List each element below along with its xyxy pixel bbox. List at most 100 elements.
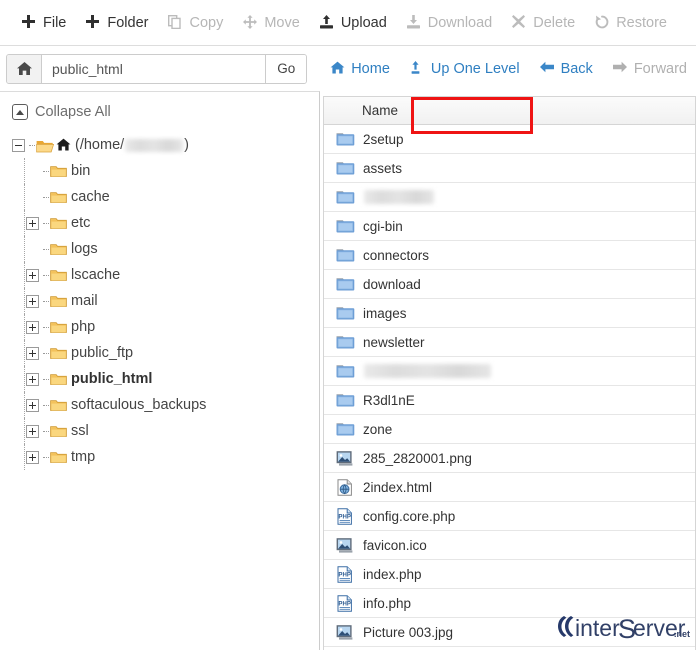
tree-expander-plus-icon[interactable] bbox=[26, 373, 39, 386]
go-button[interactable]: Go bbox=[265, 55, 306, 83]
nav-forward-link: Forward bbox=[604, 56, 696, 82]
path-input[interactable] bbox=[42, 55, 265, 83]
toolbar-button-label: Restore bbox=[616, 15, 667, 31]
folder-icon bbox=[50, 165, 67, 178]
nav-links: Home Up One Level Back Forward bbox=[321, 56, 696, 82]
tree-root-label-suffix: ) bbox=[184, 137, 189, 153]
tree-node-ssl[interactable]: ssl bbox=[10, 418, 319, 444]
nav-back-link[interactable]: Back bbox=[531, 56, 602, 82]
toolbar-delete-button: Delete bbox=[506, 11, 589, 35]
tree-node-home-root[interactable]: (/home/) bbox=[10, 132, 319, 158]
tree-node-label: tmp bbox=[71, 449, 95, 465]
toolbar-button-label: Copy bbox=[189, 15, 223, 31]
plus-icon bbox=[22, 15, 37, 30]
up-arrow-icon bbox=[410, 61, 425, 76]
tree-guide-line bbox=[24, 210, 25, 236]
tree-connector bbox=[43, 456, 49, 458]
tree-expander-plus-icon[interactable] bbox=[26, 347, 39, 360]
table-row[interactable]: assets bbox=[324, 154, 695, 183]
tree-connector bbox=[43, 378, 49, 380]
redacted-file-name bbox=[364, 364, 491, 378]
tree-node-logs[interactable]: logs bbox=[10, 236, 319, 262]
tree-guide-line bbox=[24, 288, 25, 314]
home-icon bbox=[330, 61, 345, 76]
tree-node-label: mail bbox=[71, 293, 98, 309]
table-row[interactable]: 2index.html bbox=[324, 473, 695, 502]
tree-root-label-prefix: (/home/ bbox=[75, 137, 124, 153]
toolbar-move-button: Move bbox=[237, 11, 313, 35]
tree-node-php[interactable]: php bbox=[10, 314, 319, 340]
table-row[interactable]: R3dl1nE bbox=[324, 386, 695, 415]
tree-expander-plus-icon[interactable] bbox=[26, 295, 39, 308]
table-row[interactable]: connectors bbox=[324, 241, 695, 270]
tree-node-bin[interactable]: bin bbox=[10, 158, 319, 184]
tree-node-mail[interactable]: mail bbox=[10, 288, 319, 314]
html-icon bbox=[334, 479, 356, 496]
folder-icon bbox=[50, 425, 67, 438]
table-row[interactable]: zone bbox=[324, 415, 695, 444]
folder-icon bbox=[334, 276, 356, 292]
table-row[interactable] bbox=[324, 183, 695, 212]
table-row[interactable]: cgi-bin bbox=[324, 212, 695, 241]
tree-node-public_html[interactable]: public_html bbox=[10, 366, 319, 392]
tree-expander-minus-icon[interactable] bbox=[12, 139, 25, 152]
tree-expander-plus-icon[interactable] bbox=[26, 321, 39, 334]
folder-icon bbox=[50, 295, 67, 308]
path-home-icon[interactable] bbox=[7, 55, 42, 83]
collapse-all-label: Collapse All bbox=[35, 104, 111, 120]
table-row[interactable] bbox=[324, 357, 695, 386]
toolbar-button-label: Folder bbox=[107, 15, 148, 31]
table-row[interactable]: download bbox=[324, 270, 695, 299]
tree-node-label: public_html bbox=[71, 371, 152, 387]
tree-expander-plus-icon[interactable] bbox=[26, 217, 39, 230]
file-name: connectors bbox=[363, 248, 429, 263]
tree-expander-plus-icon[interactable] bbox=[26, 269, 39, 282]
toolbar-upload-button[interactable]: Upload bbox=[314, 11, 401, 35]
file-name: config.core.php bbox=[363, 509, 455, 524]
tree-node-lscache[interactable]: lscache bbox=[10, 262, 319, 288]
tree-node-label: php bbox=[71, 319, 95, 335]
toolbar-folder-button[interactable]: Folder bbox=[80, 11, 162, 35]
nav-home-link[interactable]: Home bbox=[321, 56, 399, 82]
folder-icon bbox=[50, 191, 67, 204]
download-icon bbox=[407, 15, 422, 30]
tree-expander-plus-icon[interactable] bbox=[26, 451, 39, 464]
tree-node-label: public_ftp bbox=[71, 345, 133, 361]
folder-icon bbox=[334, 334, 356, 350]
folder-icon bbox=[334, 363, 356, 379]
file-name: zone bbox=[363, 422, 392, 437]
column-header-name[interactable]: Name bbox=[324, 103, 398, 118]
tree-node-label: bin bbox=[71, 163, 90, 179]
nav-up-one-level-link[interactable]: Up One Level bbox=[401, 56, 529, 82]
folder-icon bbox=[334, 392, 356, 408]
tree-expander-plus-icon[interactable] bbox=[26, 399, 39, 412]
table-row[interactable]: 2setup bbox=[324, 125, 695, 154]
tree-expander-plus-icon[interactable] bbox=[26, 425, 39, 438]
folder-icon bbox=[334, 218, 356, 234]
collapse-all-button[interactable]: Collapse All bbox=[12, 104, 319, 120]
toolbar-file-button[interactable]: File bbox=[16, 11, 80, 35]
tree-node-public_ftp[interactable]: public_ftp bbox=[10, 340, 319, 366]
tree-node-cache[interactable]: cache bbox=[10, 184, 319, 210]
table-row[interactable]: PHPinfo.php bbox=[324, 589, 695, 618]
table-row[interactable]: 285_2820001.png bbox=[324, 444, 695, 473]
tree-node-softaculous_backups[interactable]: softaculous_backups bbox=[10, 392, 319, 418]
table-row[interactable]: images bbox=[324, 299, 695, 328]
tree-node-tmp[interactable]: tmp bbox=[10, 444, 319, 470]
table-row[interactable]: newsletter bbox=[324, 328, 695, 357]
tree-connector bbox=[43, 300, 49, 302]
file-name: assets bbox=[363, 161, 402, 176]
table-row[interactable]: favicon.ico bbox=[324, 531, 695, 560]
table-row[interactable]: Picture 003.jpg bbox=[324, 618, 695, 647]
nav-link-label: Up One Level bbox=[431, 61, 520, 77]
table-row[interactable]: PHPindex.php bbox=[324, 560, 695, 589]
upload-icon bbox=[320, 15, 335, 30]
copy-icon bbox=[168, 15, 183, 30]
tree-node-etc[interactable]: etc bbox=[10, 210, 319, 236]
file-name: cgi-bin bbox=[363, 219, 403, 234]
file-name: info.php bbox=[363, 596, 411, 611]
tree-node-list: (/home/) bin cacheetclogslscache mail php pub… bbox=[10, 132, 319, 470]
nav-link-label: Forward bbox=[634, 61, 687, 77]
tree-node-label: softaculous_backups bbox=[71, 397, 206, 413]
table-row[interactable]: PHPconfig.core.php bbox=[324, 502, 695, 531]
